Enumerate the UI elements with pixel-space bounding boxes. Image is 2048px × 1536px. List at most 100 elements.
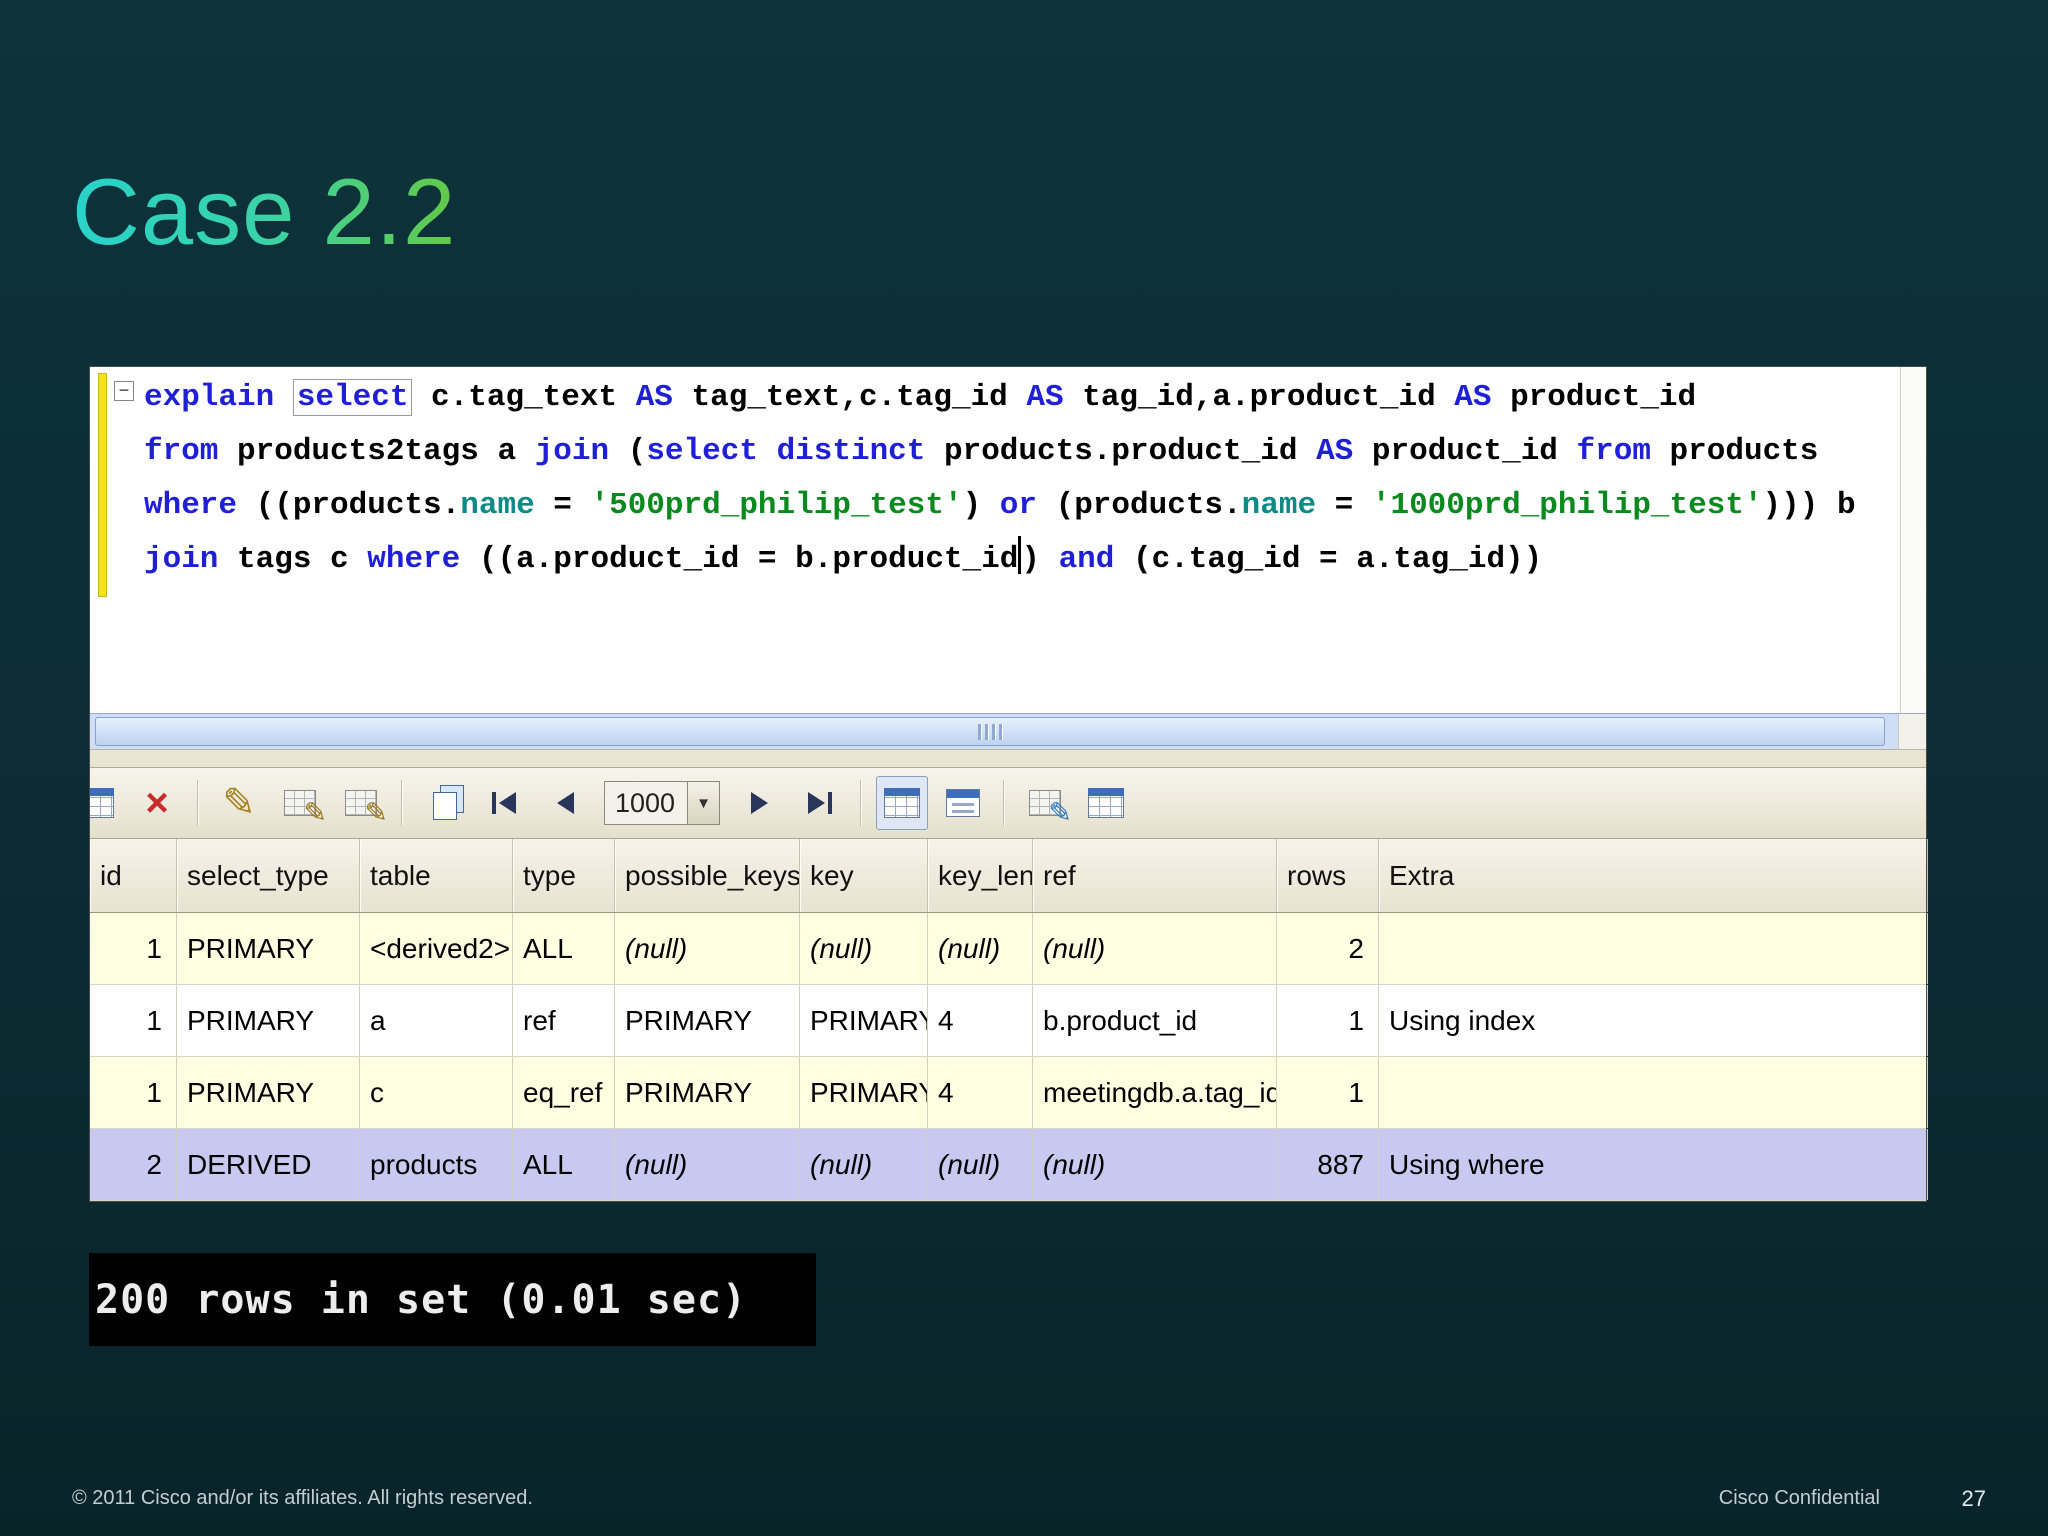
column-header-Extra[interactable]: Extra <box>1379 839 1928 912</box>
last-page-icon-glyph <box>808 792 832 814</box>
table-cell[interactable]: (null) <box>800 1129 928 1200</box>
column-header-ref[interactable]: ref <box>1033 839 1277 912</box>
table-cell[interactable]: (null) <box>1033 1129 1277 1200</box>
page-number: 27 <box>1961 1486 1986 1511</box>
table-cell[interactable]: (null) <box>928 913 1033 984</box>
add-record-icon-glyph <box>90 788 114 818</box>
column-header-possible_keys[interactable]: possible_keys <box>615 839 800 912</box>
sql-text: ((a.product_id = b.product_id <box>460 542 1019 577</box>
table-cell[interactable]: meetingdb.a.tag_id <box>1033 1057 1277 1128</box>
column-header-type[interactable]: type <box>513 839 615 912</box>
form-view-icon[interactable] <box>937 776 989 830</box>
table-cell[interactable]: PRIMARY <box>615 1057 800 1128</box>
table-row[interactable]: 1 PRIMARY <derived2> ALL (null) (null) (null)(… <box>90 913 1928 985</box>
scrollbar-thumb[interactable] <box>95 717 1885 746</box>
table-cell[interactable] <box>1379 1057 1928 1128</box>
previous-page-icon-glyph <box>556 792 574 814</box>
previous-page-icon[interactable] <box>539 776 591 830</box>
table-cell[interactable]: 2 <box>1277 913 1379 984</box>
first-page-icon[interactable] <box>478 776 530 830</box>
table-cell[interactable]: 1 <box>90 985 177 1056</box>
sql-keyword: select <box>292 379 413 416</box>
table-cell[interactable]: PRIMARY <box>177 985 360 1056</box>
table-cell[interactable]: b.product_id <box>1033 985 1277 1056</box>
page-size-dropdown[interactable]: 1000 ▼ <box>604 781 720 825</box>
table-cell[interactable]: ALL <box>513 1129 615 1200</box>
table-cell[interactable]: Using where <box>1379 1129 1928 1200</box>
sql-keyword: AS <box>635 380 673 415</box>
column-header-key[interactable]: key <box>800 839 928 912</box>
table-cell[interactable]: 1 <box>90 1057 177 1128</box>
table-cell[interactable]: PRIMARY <box>800 1057 928 1128</box>
dropdown-arrow-icon[interactable]: ▼ <box>687 782 719 824</box>
column-header-rows[interactable]: rows <box>1277 839 1379 912</box>
column-header-id[interactable]: id <box>90 839 177 912</box>
table-cell[interactable]: PRIMARY <box>177 1057 360 1128</box>
table-cell[interactable] <box>1379 913 1928 984</box>
table-cell[interactable]: 887 <box>1277 1129 1379 1200</box>
sql-text: ))) b <box>1762 488 1856 523</box>
export-grid-icon[interactable] <box>1080 776 1132 830</box>
table-cell[interactable]: 2 <box>90 1129 177 1200</box>
sql-editor[interactable]: − explain select c.tag_text AS tag_text,… <box>90 367 1926 713</box>
table-cell[interactable]: PRIMARY <box>615 985 800 1056</box>
pane-splitter[interactable] <box>90 749 1926 767</box>
table-cell[interactable]: 4 <box>928 1057 1033 1128</box>
apply-changes-icon[interactable] <box>274 776 327 830</box>
scrollbar-grip-icon <box>978 724 1002 740</box>
edit-record-icon[interactable]: ✎ <box>213 776 265 830</box>
toolbar-separator <box>860 780 862 826</box>
sql-keyword: AS <box>1316 434 1354 469</box>
table-cell[interactable]: (null) <box>800 913 928 984</box>
table-cell[interactable]: a <box>360 985 513 1056</box>
table-cell[interactable]: <derived2> <box>360 913 513 984</box>
sql-identifier: name <box>1241 488 1317 523</box>
column-header-table[interactable]: table <box>360 839 513 912</box>
sql-text: product_id <box>1491 380 1697 415</box>
delete-record-icon-glyph: × <box>145 781 169 825</box>
filter-grid-icon[interactable] <box>1019 776 1072 830</box>
grid-view-icon-glyph <box>884 788 920 818</box>
next-page-icon[interactable] <box>733 776 785 830</box>
table-cell[interactable]: (null) <box>928 1129 1033 1200</box>
table-cell[interactable]: 1 <box>90 913 177 984</box>
first-page-icon-glyph <box>492 792 516 814</box>
table-row[interactable]: 1 PRIMARY c eq_ref PRIMARY PRIMARY 4 meetingdb.… <box>90 1057 1928 1129</box>
results-toolbar: × ✎ 1000▼ <box>90 767 1926 839</box>
editor-vertical-scrollbar[interactable] <box>1900 367 1926 713</box>
terminal-output: 200 rows in set (0.01 sec) <box>89 1253 816 1346</box>
discard-changes-icon[interactable] <box>335 776 388 830</box>
last-page-icon[interactable] <box>794 776 846 830</box>
column-header-key_len[interactable]: key_len <box>928 839 1033 912</box>
code-fold-toggle[interactable]: − <box>114 381 134 401</box>
delete-record-icon[interactable]: × <box>131 776 183 830</box>
table-cell[interactable]: (null) <box>615 913 800 984</box>
table-cell[interactable]: ALL <box>513 913 615 984</box>
editor-horizontal-scrollbar[interactable] <box>90 713 1926 749</box>
table-cell[interactable]: PRIMARY <box>800 985 928 1056</box>
table-cell[interactable]: (null) <box>615 1129 800 1200</box>
table-cell[interactable]: ref <box>513 985 615 1056</box>
table-cell[interactable]: c <box>360 1057 513 1128</box>
table-row[interactable]: 1 PRIMARY a ref PRIMARY PRIMARY 4 b.product_id 1… <box>90 985 1928 1057</box>
table-cell[interactable]: PRIMARY <box>177 913 360 984</box>
column-header-select_type[interactable]: select_type <box>177 839 360 912</box>
sql-keyword: distinct <box>776 434 926 469</box>
table-cell[interactable]: 4 <box>928 985 1033 1056</box>
table-cell[interactable]: Using index <box>1379 985 1928 1056</box>
sql-text: = <box>1316 488 1372 523</box>
grid-view-icon[interactable] <box>876 776 928 830</box>
table-cell[interactable]: products <box>360 1129 513 1200</box>
table-cell[interactable]: eq_ref <box>513 1057 615 1128</box>
table-row[interactable]: 2 DERIVED products ALL (null) (null) (null) (nu… <box>90 1129 1928 1201</box>
table-cell[interactable]: 1 <box>1277 985 1379 1056</box>
table-cell[interactable]: (null) <box>1033 913 1277 984</box>
sql-text: (products. <box>1037 488 1242 523</box>
add-record-icon[interactable] <box>90 776 122 830</box>
sql-text: tag_text,c.tag_id <box>672 380 1027 415</box>
copy-rows-icon[interactable] <box>417 776 469 830</box>
table-cell[interactable]: DERIVED <box>177 1129 360 1200</box>
sql-text: c.tag_text <box>412 380 636 415</box>
table-cell[interactable]: 1 <box>1277 1057 1379 1128</box>
